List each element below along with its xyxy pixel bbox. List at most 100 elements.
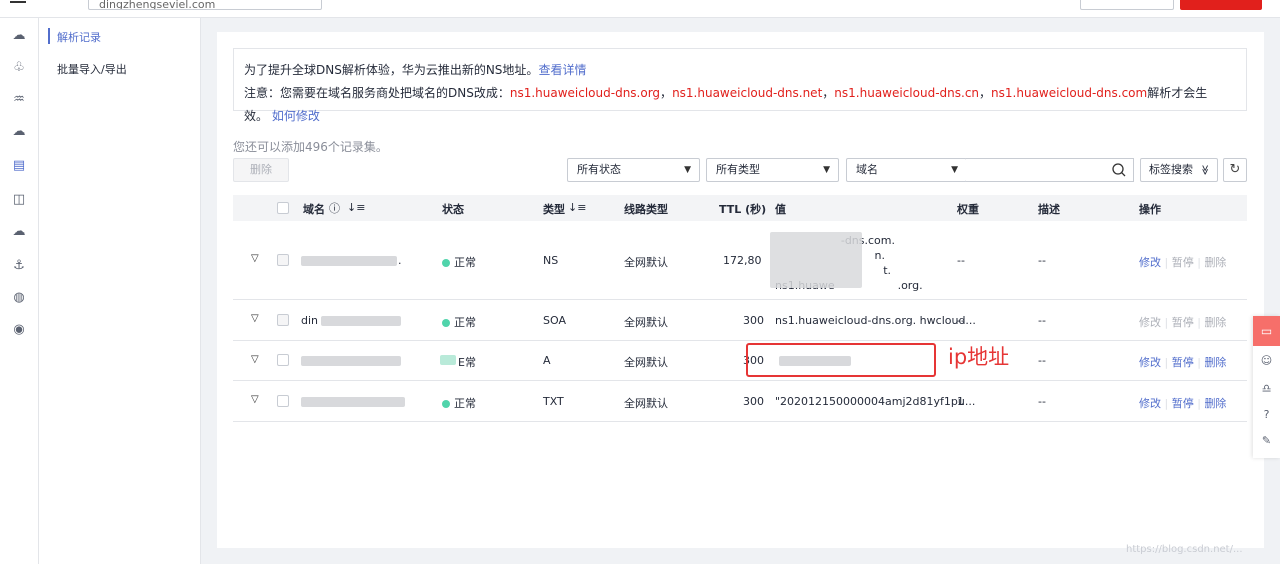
status-ok-icon	[442, 259, 450, 267]
ttl-cell: 300	[743, 314, 764, 327]
search-field-select[interactable]: 域名 ▼	[846, 158, 967, 182]
ns-address: ns1.huaweicloud-dns.com	[991, 86, 1148, 100]
feedback-icon[interactable]: ✎	[1253, 434, 1280, 447]
col-ttl: TTL (秒)	[719, 203, 767, 216]
col-status: 状态	[442, 203, 464, 216]
nodes-icon[interactable]: ♒	[11, 92, 27, 108]
col-ops: 操作	[1139, 203, 1161, 216]
ops-cell: 修改 | 暂停 | 删除	[1139, 356, 1227, 369]
status-cell: 正常	[442, 254, 476, 270]
chevron-down-icon[interactable]: ▽	[251, 253, 259, 264]
status-ok-icon	[442, 319, 450, 327]
anchor-icon[interactable]: ⚓	[11, 258, 27, 274]
status-filter-select[interactable]: 所有状态 ▼	[567, 158, 700, 182]
col-weight: 权重	[957, 203, 979, 216]
col-domain: 域名	[303, 203, 325, 216]
pause-link[interactable]: 暂停	[1172, 397, 1194, 410]
users-icon[interactable]: ♧	[11, 60, 27, 76]
how-to-modify-link[interactable]: 如何修改	[272, 109, 320, 123]
document-icon[interactable]: ▤	[11, 158, 27, 174]
annotation-label: ip地址	[948, 345, 1010, 369]
table-row: ▽ E常 A 全网默认 300 -- 修改 | 暂停 | 删除	[233, 341, 1247, 381]
row-checkbox[interactable]	[277, 314, 289, 326]
headset-icon[interactable]: ♎	[1253, 382, 1280, 395]
type-filter-select[interactable]: 所有类型 ▼	[706, 158, 839, 182]
ns-address: ns1.huaweicloud-dns.net	[672, 86, 823, 100]
refresh-button[interactable]: ↻	[1223, 158, 1247, 182]
ns-address: ns1.huaweicloud-dns.org	[509, 86, 661, 100]
desc-cell: --	[1038, 395, 1046, 408]
weight-cell: 1	[957, 395, 964, 408]
submenu-item-records[interactable]: 解析记录	[57, 29, 101, 45]
cloud-server-icon[interactable]: ☁	[11, 124, 27, 140]
help-icon[interactable]: ⓘ	[329, 200, 340, 216]
table-header: 域名 ⓘ ↓≡ 状态 类型 ↓≡ 线路类型 TTL (秒) 值 权重 描述 操作	[233, 195, 1247, 221]
route-cell: 全网默认	[624, 397, 668, 410]
smile-icon[interactable]: ☺	[1253, 354, 1280, 367]
tag-search-button[interactable]: 标签搜索 ≫	[1140, 158, 1218, 182]
row-checkbox[interactable]	[277, 354, 289, 366]
chevron-down-icon[interactable]: ▽	[251, 394, 259, 405]
ns-address: ns1.huaweicloud-dns.cn	[834, 86, 980, 100]
col-value: 值	[775, 203, 786, 216]
delete-link: 删除	[1204, 256, 1227, 269]
submenu-item-batch[interactable]: 批量导入/导出	[57, 61, 127, 77]
route-cell: 全网默认	[624, 356, 668, 369]
row-checkbox[interactable]	[277, 254, 289, 266]
value-cell: ns1.huaweicloud-dns.org. hwcloud...	[775, 314, 976, 327]
double-chevron-icon: ≫	[1198, 164, 1210, 176]
floating-toolbar: ▭ ☺ ♎ ? ✎	[1253, 316, 1280, 458]
redacted-domain	[301, 356, 401, 366]
chevron-down-icon[interactable]: ▽	[251, 313, 259, 324]
edit-link[interactable]: 修改	[1139, 397, 1161, 410]
type-cell: A	[543, 354, 551, 367]
service-rail: ☁ ♧ ♒ ☁ ▤ ◫ ☁ ⚓ ◍ ◉	[0, 18, 39, 564]
notice-details-link[interactable]: 查看详情	[538, 63, 586, 77]
table-row: ▽ 正常 TXT 全网默认 300 "202012150000004amj2d8…	[233, 381, 1247, 422]
route-cell: 全网默认	[624, 316, 668, 329]
pause-link[interactable]: 暂停	[1172, 356, 1194, 369]
search-field-label: 域名	[856, 163, 878, 176]
add-record-set-button[interactable]	[1180, 0, 1262, 10]
select-all-checkbox[interactable]	[277, 202, 289, 214]
ip-icon[interactable]: ◉	[11, 322, 27, 338]
col-desc: 描述	[1038, 203, 1060, 216]
ops-cell: 修改 | 暂停 | 删除	[1139, 397, 1227, 410]
search-input[interactable]	[972, 159, 1102, 181]
chevron-down-icon[interactable]: ▽	[251, 354, 259, 365]
row-checkbox[interactable]	[277, 395, 289, 407]
chevron-down-icon: ▼	[823, 165, 830, 175]
value-cell: "202012150000004amj2d81yf1pu...	[775, 395, 976, 408]
edit-link: 修改	[1139, 316, 1161, 329]
search-icon[interactable]	[1111, 162, 1127, 178]
dns-icon[interactable]: ◫	[11, 192, 27, 208]
delete-link[interactable]: 删除	[1204, 397, 1226, 410]
domain-switcher[interactable]: dingzhengseviel.com	[88, 0, 322, 10]
watermark: https://blog.csdn.net/...	[1126, 544, 1243, 555]
status-ok-icon	[442, 400, 450, 408]
top-secondary-button[interactable]	[1080, 0, 1174, 10]
desc-cell: --	[1038, 254, 1046, 267]
globe-icon[interactable]: ◍	[11, 290, 27, 306]
search-box	[966, 158, 1134, 182]
menu-icon[interactable]	[10, 1, 26, 3]
sort-icon[interactable]: ↓≡	[568, 201, 586, 214]
sub-navigation: 解析记录 批量导入/导出	[39, 18, 201, 564]
redacted-value	[770, 232, 862, 288]
delete-link[interactable]: 删除	[1204, 356, 1226, 369]
ops-cell: 修改 | 暂停 | 删除	[1139, 316, 1227, 329]
redacted-domain	[301, 397, 405, 407]
help-icon[interactable]: ?	[1253, 408, 1280, 421]
cloud-outline-icon[interactable]: ☁	[11, 224, 27, 240]
ops-cell: 修改 | 暂停 | 删除	[1139, 256, 1227, 269]
chat-icon[interactable]: ▭	[1253, 316, 1280, 346]
active-indicator	[48, 28, 50, 44]
ns-notice: 为了提升全球DNS解析体验，华为云推出新的NS地址。查看详情 注意：您需要在域名…	[233, 48, 1247, 123]
quota-text: 您还可以添加496个记录集。	[233, 140, 388, 154]
edit-link[interactable]: 修改	[1139, 356, 1161, 369]
cloud-icon[interactable]: ☁	[11, 28, 27, 44]
sort-icon[interactable]: ↓≡	[347, 201, 365, 214]
weight-cell: --	[957, 314, 965, 327]
edit-link[interactable]: 修改	[1139, 256, 1161, 269]
delete-button[interactable]: 删除	[233, 158, 289, 182]
